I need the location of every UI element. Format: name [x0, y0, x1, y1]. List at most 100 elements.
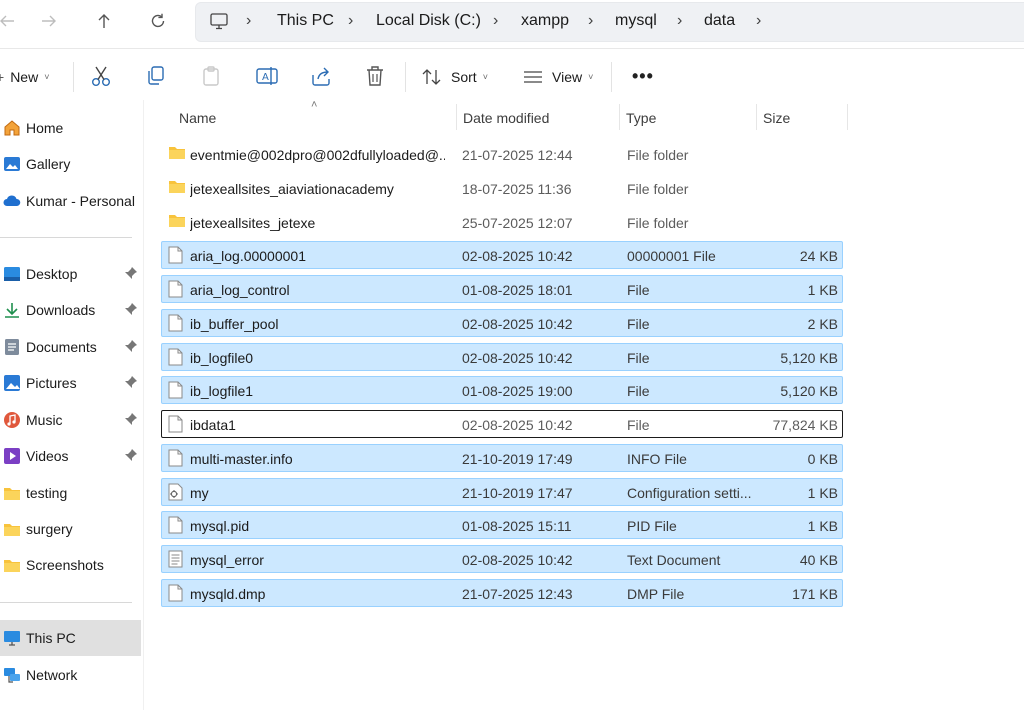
file-type: File [627, 417, 650, 433]
delete-button[interactable] [365, 65, 385, 92]
file-row[interactable]: ib_buffer_pool 02-08-2025 10:42 File 2 KB [161, 309, 843, 337]
sidebar-item-onedrive[interactable]: Kumar - Personal [0, 184, 141, 218]
file-row[interactable]: aria_log.00000001 02-08-2025 10:42 0000000… [161, 241, 843, 269]
sidebar-item-label: Documents [26, 339, 97, 355]
pin-icon[interactable] [124, 339, 138, 353]
view-button[interactable]: View ˅ [523, 62, 593, 92]
column-header-name[interactable]: Name [179, 110, 216, 126]
file-row[interactable]: ibdata1 02-08-2025 10:42 File 77,824 KB [161, 410, 843, 438]
breadcrumb-this-pc[interactable]: This PC [277, 12, 334, 30]
file-name: aria_log_control [190, 282, 290, 298]
pin-icon[interactable] [124, 412, 138, 426]
file-date-modified: 01-08-2025 18:01 [462, 282, 573, 298]
sidebar-item-desktop[interactable]: Desktop [0, 257, 141, 291]
file-row[interactable]: multi-master.info 21-10-2019 17:49 INFO Fi… [161, 444, 843, 472]
sort-button[interactable]: Sort ˅ [422, 62, 488, 92]
pin-icon[interactable] [124, 302, 138, 316]
file-row[interactable]: mysql.pid 01-08-2025 15:11 PID File 1 KB [161, 511, 843, 539]
toolbar-separator [611, 62, 612, 92]
breadcrumb-chevron-icon: › [677, 12, 683, 29]
file-icon [168, 516, 186, 534]
rename-button[interactable]: A [255, 65, 279, 92]
file-row[interactable]: ib_logfile1 01-08-2025 19:00 File 5,120 KB [161, 376, 843, 404]
file-row[interactable]: mysql_error 02-08-2025 10:42 Text Document… [161, 545, 843, 573]
toolbar-separator [73, 62, 74, 92]
file-row[interactable]: aria_log_control 01-08-2025 18:01 File 1 KB [161, 275, 843, 303]
sidebar-item-downloads[interactable]: Downloads [0, 293, 141, 327]
sidebar-item-documents[interactable]: Documents [0, 330, 141, 364]
column-divider[interactable] [756, 104, 757, 130]
pin-icon[interactable] [124, 375, 138, 389]
file-name: multi-master.info [190, 451, 293, 467]
file-row[interactable]: ib_logfile0 02-08-2025 10:42 File 5,120 KB [161, 343, 843, 371]
file-date-modified: 01-08-2025 19:00 [462, 383, 573, 399]
sidebar-item-pictures[interactable]: Pictures [0, 366, 141, 400]
more-options-button[interactable]: ••• [632, 66, 654, 87]
refresh-icon [151, 13, 165, 28]
cut-button[interactable] [90, 64, 112, 93]
folder-row[interactable]: eventmie@002dpro@002dfullyloaded@... 21-0… [161, 140, 843, 168]
file-type: DMP File [627, 586, 685, 602]
new-button[interactable]: + New ˅ [0, 62, 60, 92]
back-arrow-icon [0, 15, 14, 27]
file-date-modified: 02-08-2025 10:42 [462, 350, 573, 366]
share-button[interactable] [310, 65, 332, 92]
file-icon [168, 415, 186, 433]
pictures-icon [3, 374, 21, 392]
forward-button[interactable] [34, 6, 64, 36]
sidebar-item-surgery[interactable]: surgery [0, 512, 141, 546]
file-type: File folder [627, 215, 689, 231]
column-header-size[interactable]: Size [763, 110, 790, 126]
folder-row[interactable]: jetexeallsites_aiaviationacademy 18-07-20… [161, 174, 843, 202]
breadcrumb-chevron-icon[interactable]: › [756, 12, 761, 30]
sidebar-item-screenshots[interactable]: Screenshots [0, 548, 141, 582]
column-divider[interactable] [456, 104, 457, 130]
refresh-button[interactable] [143, 6, 173, 36]
sidebar-separator [0, 237, 132, 238]
file-name: mysqld.dmp [190, 586, 266, 602]
file-row[interactable]: my 21-10-2019 17:47 Configuration setti...… [161, 478, 843, 506]
desktop-icon [3, 265, 21, 283]
file-icon [168, 246, 186, 264]
more-dots-icon: ••• [632, 66, 654, 86]
sidebar-item-testing[interactable]: testing [0, 476, 141, 510]
file-icon [168, 314, 186, 332]
up-button[interactable] [89, 6, 119, 36]
gallery-icon [3, 155, 21, 173]
file-date-modified: 02-08-2025 10:42 [462, 248, 573, 264]
column-header-date[interactable]: Date modified [463, 110, 549, 126]
sidebar-item-this-pc[interactable]: This PC [0, 620, 141, 656]
folder-row[interactable]: jetexeallsites_jetexe 25-07-2025 12:07 Fil… [161, 208, 843, 236]
copy-button[interactable] [145, 65, 167, 92]
paste-button[interactable] [200, 65, 222, 92]
sidebar-item-gallery[interactable]: Gallery [0, 147, 141, 181]
pane-divider [143, 100, 144, 710]
address-bar[interactable]: › This PC › Local Disk (C:) › xampp › my… [195, 2, 1024, 42]
pin-icon[interactable] [124, 266, 138, 280]
column-divider[interactable] [619, 104, 620, 130]
breadcrumb-data[interactable]: data [704, 12, 735, 30]
file-row[interactable]: mysqld.dmp 21-07-2025 12:43 DMP File 171 KB [161, 579, 843, 607]
column-header-type[interactable]: Type [626, 110, 656, 126]
file-size: 40 KB [799, 552, 838, 568]
breadcrumb-local-disk[interactable]: Local Disk (C:) [376, 12, 481, 30]
sidebar-item-label: Network [26, 667, 78, 683]
file-type: INFO File [627, 451, 687, 467]
sidebar-item-home[interactable]: Home [0, 111, 141, 145]
breadcrumb-mysql[interactable]: mysql [615, 12, 657, 30]
command-bar: + New ˅ A Sort ˅ View ˅ ••• [0, 56, 1024, 98]
sidebar-item-label: Screenshots [26, 557, 104, 573]
sidebar-item-network[interactable]: Network [0, 658, 141, 692]
breadcrumb-xampp[interactable]: xampp [521, 12, 569, 30]
pin-icon[interactable] [124, 448, 138, 462]
file-name: mysql.pid [190, 518, 250, 534]
column-divider[interactable] [847, 104, 848, 130]
file-name: eventmie@002dpro@002dfullyloaded@... [190, 147, 445, 163]
back-button[interactable] [0, 6, 22, 36]
sidebar-item-music[interactable]: Music [0, 403, 141, 437]
home-icon [3, 119, 21, 137]
file-date-modified: 02-08-2025 10:42 [462, 417, 573, 433]
sidebar-item-label: Home [26, 120, 64, 136]
sidebar-item-videos[interactable]: Videos [0, 439, 141, 473]
file-type: File [627, 383, 650, 399]
